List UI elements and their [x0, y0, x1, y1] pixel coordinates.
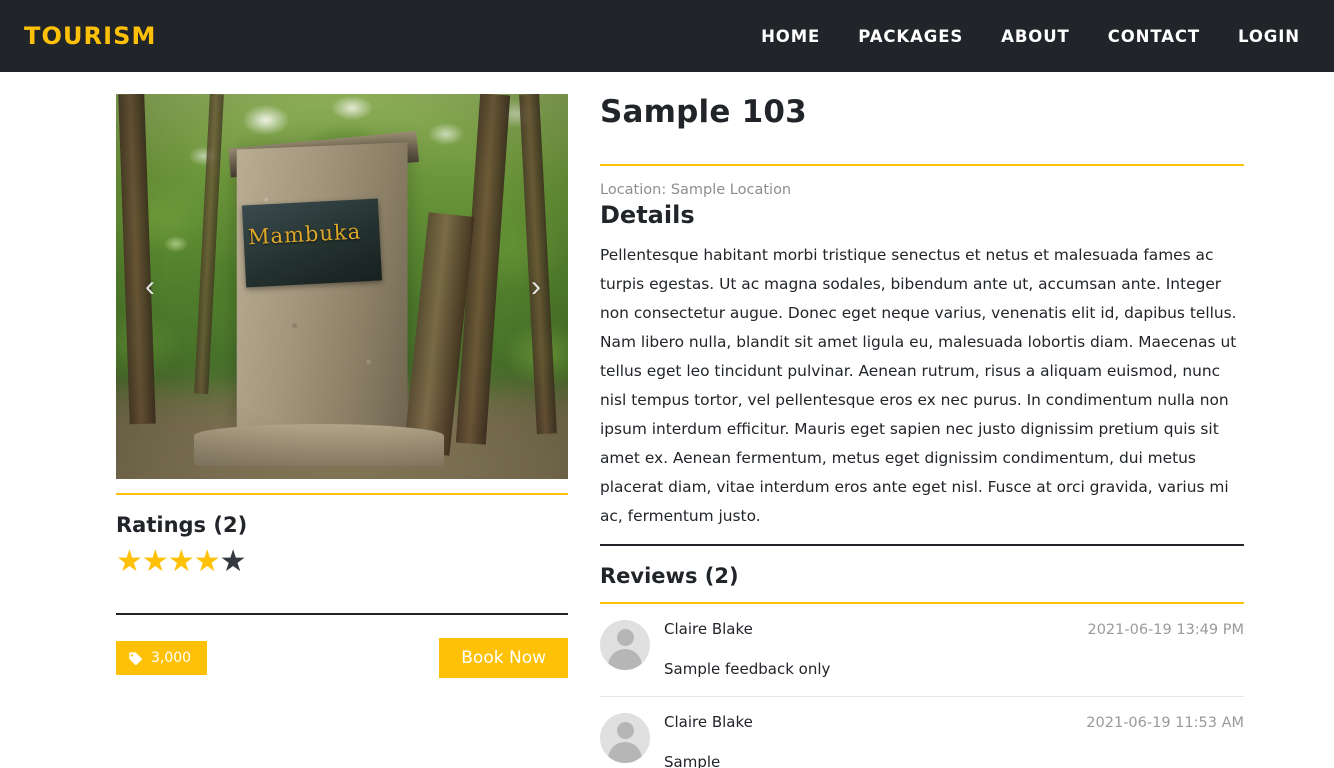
price-badge: 3,000 — [116, 641, 208, 675]
star-4-filled[interactable]: ★ — [194, 545, 221, 578]
top-navbar: TOURISM HOME PACKAGES ABOUT CONTACT LOGI… — [0, 0, 1334, 72]
gold-divider-title — [600, 164, 1244, 166]
image-carousel[interactable]: Mambuka ‹ › — [116, 94, 568, 479]
review-body: Claire Blake 2021-06-19 13:49 PM Sample … — [664, 620, 1244, 678]
nav-link-packages[interactable]: PACKAGES — [858, 27, 963, 46]
left-actions-row: 3,000 Book Now — [116, 638, 568, 678]
dark-divider-actions — [116, 613, 568, 615]
page-title: Sample 103 — [600, 94, 807, 130]
brand-logo[interactable]: TOURISM — [24, 22, 157, 50]
reviews-heading: Reviews (2) — [600, 564, 739, 588]
review-author: Claire Blake — [664, 620, 753, 638]
location-text: Location: Sample Location — [600, 182, 792, 198]
rating-stars[interactable]: ★★★★★ — [116, 547, 568, 577]
ratings-heading: Ratings (2) — [116, 513, 248, 537]
nav-link-about[interactable]: ABOUT — [1001, 27, 1070, 46]
carousel-next-icon[interactable]: › — [516, 267, 556, 307]
price-amount: 3,000 — [151, 650, 192, 666]
avatar — [600, 620, 650, 670]
review-author: Claire Blake — [664, 713, 753, 731]
nav-link-contact[interactable]: CONTACT — [1108, 27, 1200, 46]
star-1-filled[interactable]: ★ — [116, 545, 143, 578]
review-header: Claire Blake 2021-06-19 11:53 AM — [664, 713, 1244, 731]
avatar — [600, 713, 650, 763]
nav-link-home[interactable]: HOME — [761, 27, 820, 46]
right-column: Sample 103 Location: Sample Location Det… — [592, 94, 1244, 768]
star-3-filled[interactable]: ★ — [168, 545, 195, 578]
carousel-prev-icon[interactable]: ‹ — [130, 267, 170, 307]
dark-divider-reviews — [600, 544, 1244, 546]
review-item: Claire Blake 2021-06-19 11:53 AM Sample — [600, 697, 1244, 768]
tag-icon — [128, 651, 143, 666]
review-header: Claire Blake 2021-06-19 13:49 PM — [664, 620, 1244, 638]
review-item: Claire Blake 2021-06-19 13:49 PM Sample … — [600, 604, 1244, 678]
review-date: 2021-06-19 13:49 PM — [1087, 622, 1244, 638]
left-column: Mambuka ‹ › Ratings (2) ★★★★★ 3,000 — [116, 94, 568, 768]
review-text: Sample — [664, 753, 721, 768]
review-text: Sample feedback only — [664, 660, 831, 678]
details-heading: Details — [600, 201, 695, 229]
review-date: 2021-06-19 11:53 AM — [1086, 715, 1244, 731]
page-content: Mambuka ‹ › Ratings (2) ★★★★★ 3,000 — [0, 72, 1334, 768]
star-2-filled[interactable]: ★ — [142, 545, 169, 578]
photo-vignette — [116, 94, 568, 479]
star-5-empty[interactable]: ★ — [220, 545, 247, 578]
nav-link-login[interactable]: LOGIN — [1238, 27, 1300, 46]
review-body: Claire Blake 2021-06-19 11:53 AM Sample — [664, 713, 1244, 768]
book-now-button[interactable]: Book Now — [439, 638, 568, 678]
main-nav: HOME PACKAGES ABOUT CONTACT LOGIN — [761, 27, 1316, 46]
details-body: Pellentesque habitant morbi tristique se… — [600, 246, 1237, 525]
carousel-photo: Mambuka — [116, 94, 568, 479]
gold-divider-ratings — [116, 493, 568, 495]
